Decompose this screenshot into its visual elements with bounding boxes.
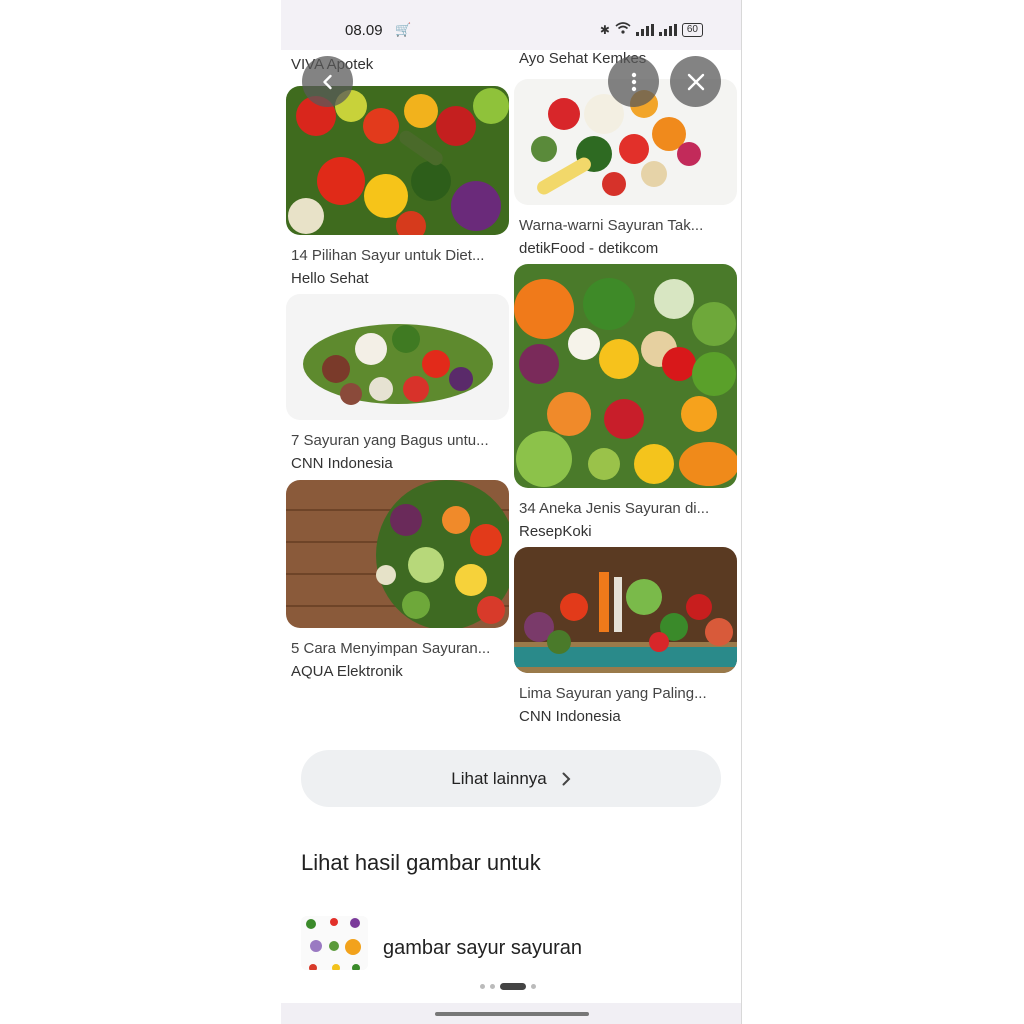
wifi-icon	[615, 22, 631, 37]
result-title[interactable]: 34 Aneka Jenis Sayuran di...	[519, 500, 737, 517]
close-button[interactable]	[670, 56, 721, 107]
result-image[interactable]	[514, 264, 737, 488]
close-icon	[687, 73, 704, 90]
page-dot	[490, 984, 495, 989]
chevron-left-icon	[322, 74, 332, 89]
result-card[interactable]: 7 Sayuran yang Bagus untu... CNN Indones…	[286, 294, 509, 472]
phone-screen: 08.09 🛒 ✱ 60 VIVA Apotek Ayo Sehat Kemke…	[281, 0, 742, 1024]
status-time: 08.09	[345, 22, 383, 39]
result-title[interactable]: Lima Sayuran yang Paling...	[519, 685, 737, 702]
result-title[interactable]: 14 Pilihan Sayur untuk Diet...	[291, 247, 509, 264]
result-source[interactable]: ResepKoki	[519, 523, 737, 540]
shopping-cart-icon: 🛒	[395, 22, 412, 37]
result-card[interactable]: Lima Sayuran yang Paling... CNN Indonesi…	[514, 547, 737, 725]
see-more-button[interactable]: Lihat lainnya	[301, 750, 721, 807]
suggestion-thumbnail[interactable]	[301, 916, 368, 970]
home-handle[interactable]	[435, 1012, 589, 1016]
image-results-panel[interactable]: VIVA Apotek Ayo Sehat Kemkes 14 Pilihan …	[281, 50, 741, 1003]
result-image[interactable]	[286, 294, 509, 420]
signal-icon	[635, 23, 654, 36]
result-source[interactable]: CNN Indonesia	[519, 708, 737, 725]
navigation-bar	[281, 1003, 741, 1024]
battery-indicator: 60	[681, 22, 703, 37]
result-card[interactable]: 5 Cara Menyimpan Sayuran... AQUA Elektro…	[286, 480, 509, 680]
status-indicators: ✱ 60	[600, 22, 703, 37]
result-title[interactable]: 7 Sayuran yang Bagus untu...	[291, 432, 509, 449]
bluetooth-icon: ✱	[599, 22, 610, 37]
result-source[interactable]: CNN Indonesia	[291, 455, 509, 472]
result-source[interactable]: detikFood - detikcom	[519, 240, 737, 257]
chevron-right-icon	[562, 772, 571, 785]
page-dot-active	[500, 983, 526, 990]
result-image[interactable]	[286, 86, 509, 235]
see-more-label: Lihat lainnya	[451, 768, 547, 788]
page-dot	[531, 984, 536, 989]
result-card[interactable]: 14 Pilihan Sayur untuk Diet... Hello Seh…	[286, 86, 509, 287]
result-card[interactable]: 34 Aneka Jenis Sayuran di... ResepKoki	[514, 264, 737, 540]
more-options-button[interactable]	[608, 56, 659, 107]
result-title[interactable]: Warna-warni Sayuran Tak...	[519, 217, 737, 234]
back-button[interactable]	[302, 56, 353, 107]
status-bar: 08.09 🛒 ✱ 60	[281, 0, 741, 50]
page-dot	[480, 984, 485, 989]
result-image[interactable]	[514, 547, 737, 673]
more-vert-icon	[631, 72, 636, 91]
result-title[interactable]: 5 Cara Menyimpan Sayuran...	[291, 640, 509, 657]
result-source[interactable]: AQUA Elektronik	[291, 663, 509, 680]
result-source[interactable]: Hello Sehat	[291, 270, 509, 287]
suggestion-label[interactable]: gambar sayur sayuran	[383, 937, 582, 960]
page-indicator	[480, 983, 536, 990]
related-heading: Lihat hasil gambar untuk	[301, 850, 541, 875]
result-image[interactable]	[286, 480, 509, 628]
signal-icon-2	[658, 23, 677, 36]
